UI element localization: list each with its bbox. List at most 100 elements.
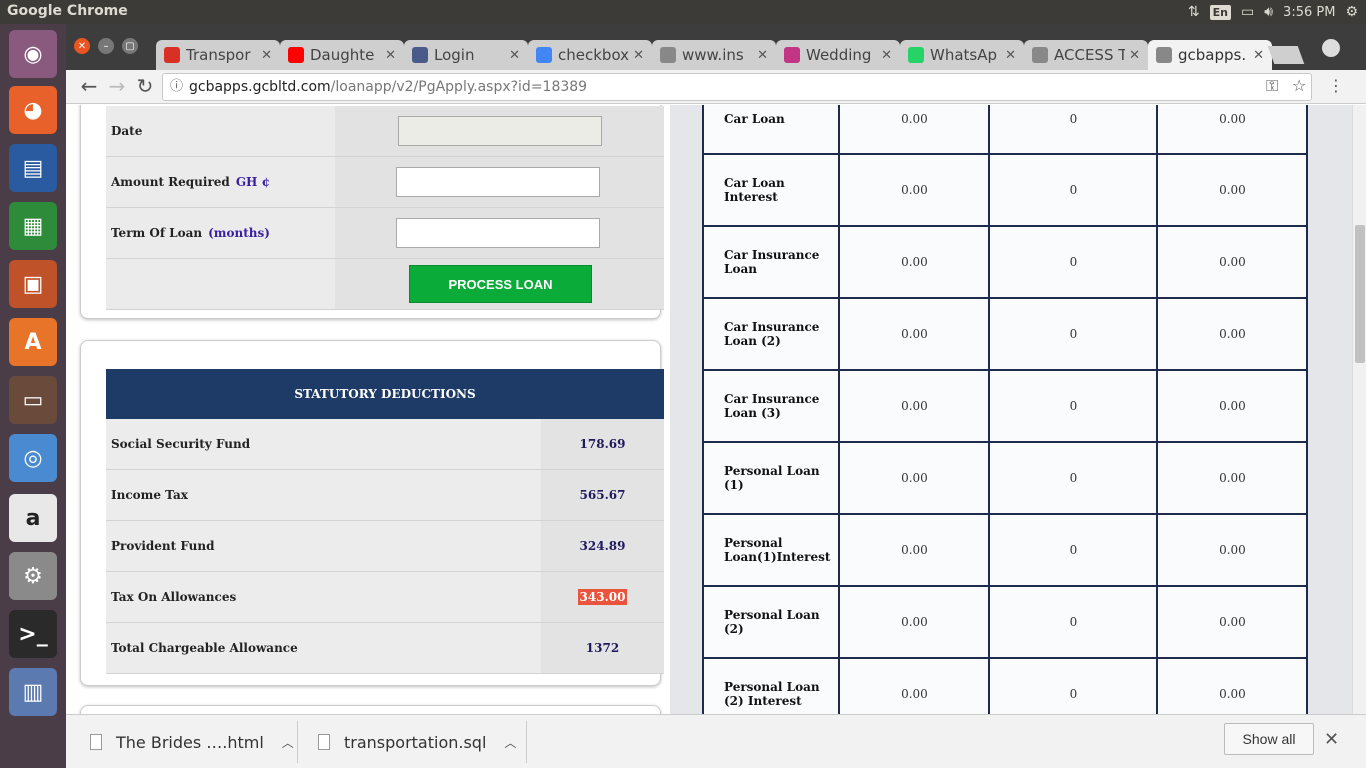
layers-icon	[412, 47, 428, 63]
bookmark-star-icon[interactable]: ☆	[1292, 76, 1306, 95]
amazon-icon[interactable]: a	[9, 494, 57, 542]
battery-icon[interactable]: ▭	[1241, 4, 1254, 20]
url-domain: gcbapps.gcbltd.com	[189, 79, 331, 95]
scrollbar-thumb[interactable]	[1355, 225, 1365, 363]
browser-tab[interactable]: ACCESS T ✕	[1024, 40, 1148, 70]
page-viewport: Date Amount Required GH ¢ Term Of Loan (mo…	[66, 105, 1352, 714]
site-info-icon[interactable]: ⓘ	[170, 74, 183, 100]
browser-tab[interactable]: checkbox ✕	[528, 40, 652, 70]
keyboard-language-indicator[interactable]: En	[1209, 4, 1231, 20]
table-row: Car Insurance Loan (3) 0.00 0 0.00	[701, 369, 1309, 443]
loan-amount: 0.00	[838, 297, 991, 371]
show-all-downloads-button[interactable]: Show all	[1224, 723, 1314, 755]
firefox-icon[interactable]: ◕	[9, 86, 57, 134]
browser-tab[interactable]: www.ins ✕	[652, 40, 776, 70]
loan-name: Personal Loan (1)	[701, 441, 841, 515]
back-arrow-icon[interactable]: ←	[76, 74, 102, 98]
reload-icon[interactable]: ↻	[132, 74, 158, 98]
browser-tab[interactable]: Daughte ✕	[280, 40, 404, 70]
deduction-label: Social Security Fund	[111, 437, 251, 451]
chevron-up-icon[interactable]: ︿	[282, 734, 294, 751]
forward-arrow-icon[interactable]: →	[104, 74, 130, 98]
loan-count: 0	[988, 153, 1159, 227]
close-tab-icon[interactable]: ✕	[1005, 48, 1016, 63]
browser-tab[interactable]: Wedding ✕	[776, 40, 900, 70]
clock[interactable]: 3:56 PM	[1283, 5, 1335, 20]
calc-icon[interactable]: ▦	[9, 202, 57, 250]
browser-tab[interactable]: WhatsAp ✕	[900, 40, 1024, 70]
google-icon	[536, 47, 552, 63]
workspace-switcher-icon[interactable]: ▥	[9, 668, 57, 716]
saved-password-key-icon[interactable]: ⚿	[1266, 76, 1278, 96]
file-icon	[318, 734, 330, 750]
table-row: Personal Loan (1) 0.00 0 0.00	[701, 441, 1309, 515]
settings-gear-icon[interactable]: ⚙	[1345, 4, 1358, 20]
minimize-window-icon[interactable]: –	[98, 38, 114, 54]
system-settings-icon[interactable]: ⚙	[9, 552, 57, 600]
loan-balance: 0.00	[1156, 297, 1309, 371]
ubuntu-dash-icon[interactable]: ◉	[9, 30, 57, 78]
download-item[interactable]: transportation.sql ︿	[318, 715, 516, 768]
writer-icon[interactable]: ▤	[9, 144, 57, 192]
table-row: Income Tax 565.67	[106, 470, 664, 521]
date-field[interactable]	[398, 116, 602, 146]
close-tab-icon[interactable]: ✕	[1129, 48, 1140, 63]
network-transfer-icon[interactable]: ⇅	[1188, 4, 1200, 20]
browser-tab[interactable]: Login ✕	[404, 40, 528, 70]
highlighted-deduction-value: 343.00	[577, 589, 628, 605]
loan-name: Personal Loan (2) Interest	[701, 657, 841, 714]
new-tab-button[interactable]	[1267, 46, 1305, 64]
chrome-menu-icon[interactable]: ⋮	[1328, 76, 1344, 95]
close-tab-icon[interactable]: ✕	[881, 48, 892, 63]
page-scrollbar[interactable]	[1352, 105, 1366, 714]
volume-icon[interactable]: 🔊︎	[1264, 4, 1273, 20]
close-window-icon[interactable]: ✕	[74, 38, 90, 54]
software-center-icon[interactable]: A	[9, 318, 57, 366]
close-tab-icon[interactable]: ✕	[385, 48, 396, 63]
process-loan-button[interactable]: PROCESS LOAN	[409, 265, 592, 303]
table-row: Car Loan Interest 0.00 0 0.00	[701, 153, 1309, 227]
deduction-label: Income Tax	[111, 488, 188, 502]
loan-amount: 0.00	[838, 585, 991, 659]
loan-amount: 0.00	[838, 369, 991, 443]
close-tab-icon[interactable]: ✕	[757, 48, 768, 63]
files-icon[interactable]: ▭	[9, 376, 57, 424]
profile-icon[interactable]	[1322, 39, 1340, 57]
date-label: Date	[111, 124, 143, 138]
instagram-icon	[784, 47, 800, 63]
tab-title: www.ins	[682, 46, 744, 64]
tab-title: WhatsAp	[930, 46, 998, 64]
browser-toolbar: ← → ↻ ⓘ gcbapps.gcbltd.com/loanapp/v2/Pg…	[66, 70, 1366, 104]
loan-count: 0	[988, 225, 1159, 299]
statutory-deductions-panel: STATUTORY DEDUCTIONS Social Security Fun…	[80, 340, 664, 686]
system-tray: ⇅ En ▭ 🔊︎ 3:56 PM ⚙	[1188, 0, 1366, 24]
statutory-deductions-header: STATUTORY DEDUCTIONS	[106, 369, 664, 419]
loan-balance: 0.00	[1156, 153, 1309, 227]
date-row: Date	[106, 106, 664, 157]
loan-name: Car Insurance Loan (3)	[701, 369, 841, 443]
close-tab-icon[interactable]: ✕	[509, 48, 520, 63]
close-tab-icon[interactable]: ✕	[633, 48, 644, 63]
terminal-icon[interactable]: >_	[9, 610, 57, 658]
chrome-icon[interactable]: ◎	[9, 434, 57, 482]
close-icon[interactable]: ✕	[1324, 729, 1339, 750]
chevron-up-icon[interactable]: ︿	[504, 734, 516, 751]
close-tab-icon[interactable]: ✕	[261, 48, 272, 63]
tab-strip: ✕ – ▢ Transpor ✕ Daughte ✕ Login ✕ checkbox ✕ ww…	[66, 24, 1366, 70]
download-shelf: The Brides ….html ︿ transportation.sql ︿…	[66, 714, 1366, 768]
address-bar[interactable]: ⓘ gcbapps.gcbltd.com/loanapp/v2/PgApply.…	[162, 73, 1312, 101]
table-row: Social Security Fund 178.69	[106, 419, 664, 470]
term-label: Term Of Loan (months)	[111, 226, 270, 240]
impress-icon[interactable]: ▣	[9, 260, 57, 308]
browser-tab[interactable]: gcbapps. ✕	[1148, 40, 1272, 70]
maximize-window-icon[interactable]: ▢	[122, 38, 138, 54]
close-tab-icon[interactable]: ✕	[1253, 48, 1264, 63]
loan-name: Car Loan Interest	[701, 153, 841, 227]
loan-amount: 0.00	[838, 105, 991, 155]
download-item[interactable]: The Brides ….html ︿	[90, 715, 294, 768]
deduction-value: 324.89	[541, 521, 664, 571]
term-of-loan-input[interactable]	[396, 218, 600, 248]
next-panel	[80, 705, 661, 714]
browser-tab[interactable]: Transpor ✕	[156, 40, 280, 70]
amount-required-input[interactable]	[396, 167, 600, 197]
